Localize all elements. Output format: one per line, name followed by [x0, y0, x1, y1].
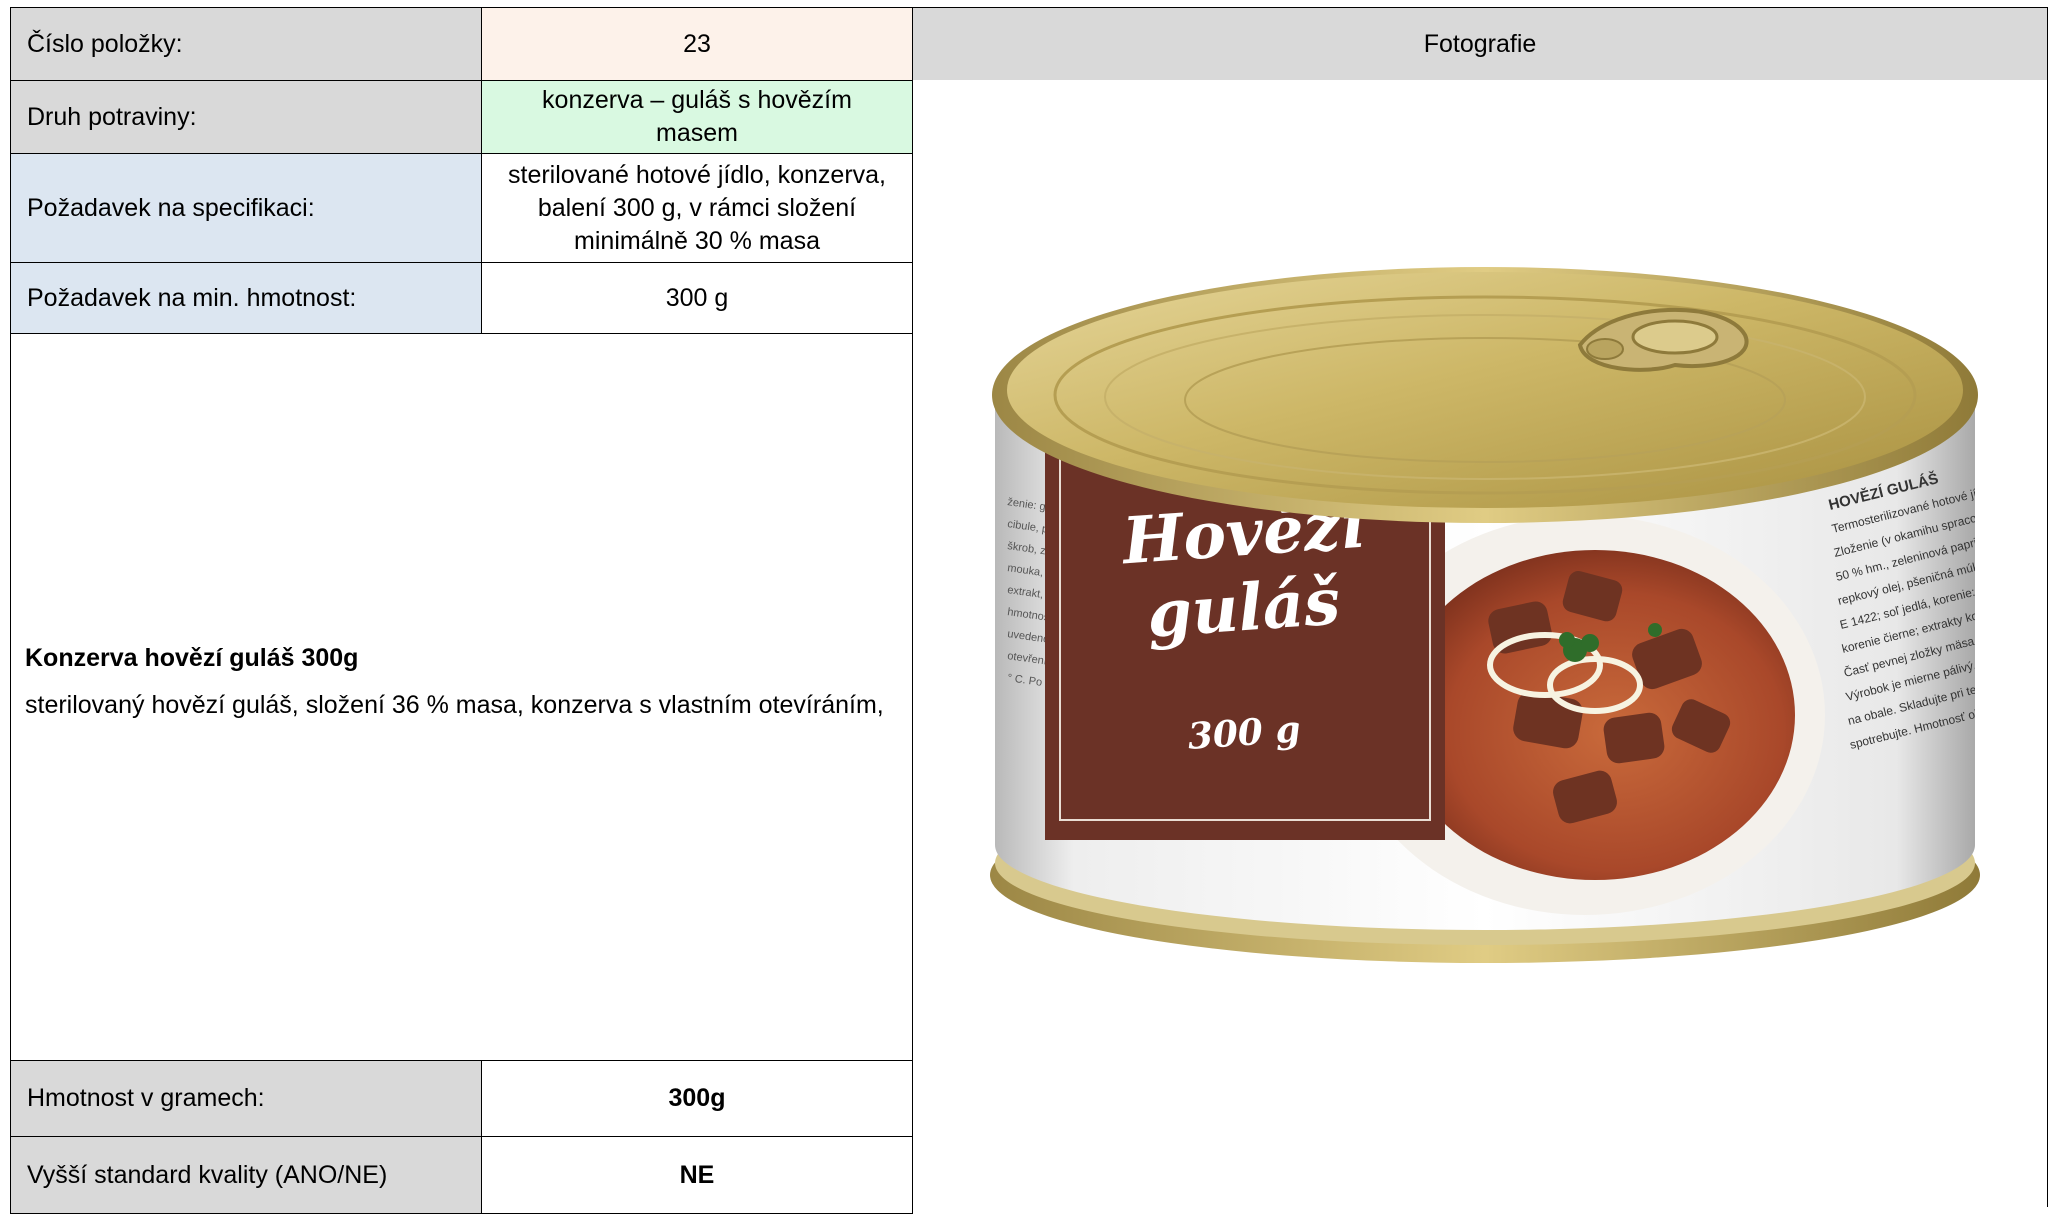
photo-header: Fotografie — [912, 7, 2048, 81]
product-description: Konzerva hovězí guláš 300g sterilovaný h… — [10, 333, 913, 1061]
min-weight-label-text: Požadavek na min. hmotnost: — [27, 283, 357, 312]
item-number-label: Číslo položky: — [10, 7, 482, 81]
spec-label-text: Požadavek na specifikaci: — [27, 193, 315, 222]
spec-value: sterilované hotové jídlo, konzerva, bale… — [481, 153, 913, 263]
description-text: sterilovaný hovězí guláš, složení 36 % m… — [25, 691, 884, 719]
can-label-title-2: guláš — [1145, 564, 1343, 652]
weight-label: Hmotnost v gramech: — [10, 1060, 482, 1137]
weight-value: 300g — [481, 1060, 913, 1137]
description-title: Konzerva hovězí guláš 300g — [25, 644, 359, 672]
item-number-value: 23 — [481, 7, 913, 81]
weight-label-text: Hmotnost v gramech: — [27, 1084, 265, 1112]
goulash-can-image: ženie: guláš, hovězí maso cibule, paprik… — [990, 267, 1980, 963]
quality-value-text: NE — [679, 1160, 715, 1189]
min-weight-label: Požadavek na min. hmotnost: — [10, 262, 482, 334]
can-label-weight: 300 g — [1186, 708, 1302, 758]
weight-value-text: 300g — [668, 1084, 726, 1112]
product-photo: ženie: guláš, hovězí maso cibule, paprik… — [955, 245, 2015, 1045]
quality-value: NE — [481, 1136, 913, 1214]
quality-label: Vyšší standard kvality (ANO/NE) — [10, 1136, 482, 1214]
item-number-value-text: 23 — [683, 29, 711, 58]
min-weight-value: 300 g — [481, 262, 913, 334]
food-type-value: konzerva – guláš s hovězím masem — [481, 80, 913, 154]
spec-value-text: sterilované hotové jídlo, konzerva, bale… — [508, 160, 886, 255]
spec-label: Požadavek na specifikaci: — [10, 153, 482, 263]
food-type-label-text: Druh potraviny: — [27, 102, 197, 131]
min-weight-value-text: 300 g — [665, 283, 729, 312]
photo-header-text: Fotografie — [1423, 29, 1537, 58]
item-number-label-text: Číslo položky: — [27, 29, 183, 58]
quality-label-text: Vyšší standard kvality (ANO/NE) — [27, 1160, 388, 1189]
product-sheet: Číslo položky: 23 Fotografie Druh potrav… — [0, 0, 2058, 1214]
food-type-label: Druh potraviny: — [10, 80, 482, 154]
food-type-value-text: konzerva – guláš s hovězím masem — [542, 86, 852, 147]
